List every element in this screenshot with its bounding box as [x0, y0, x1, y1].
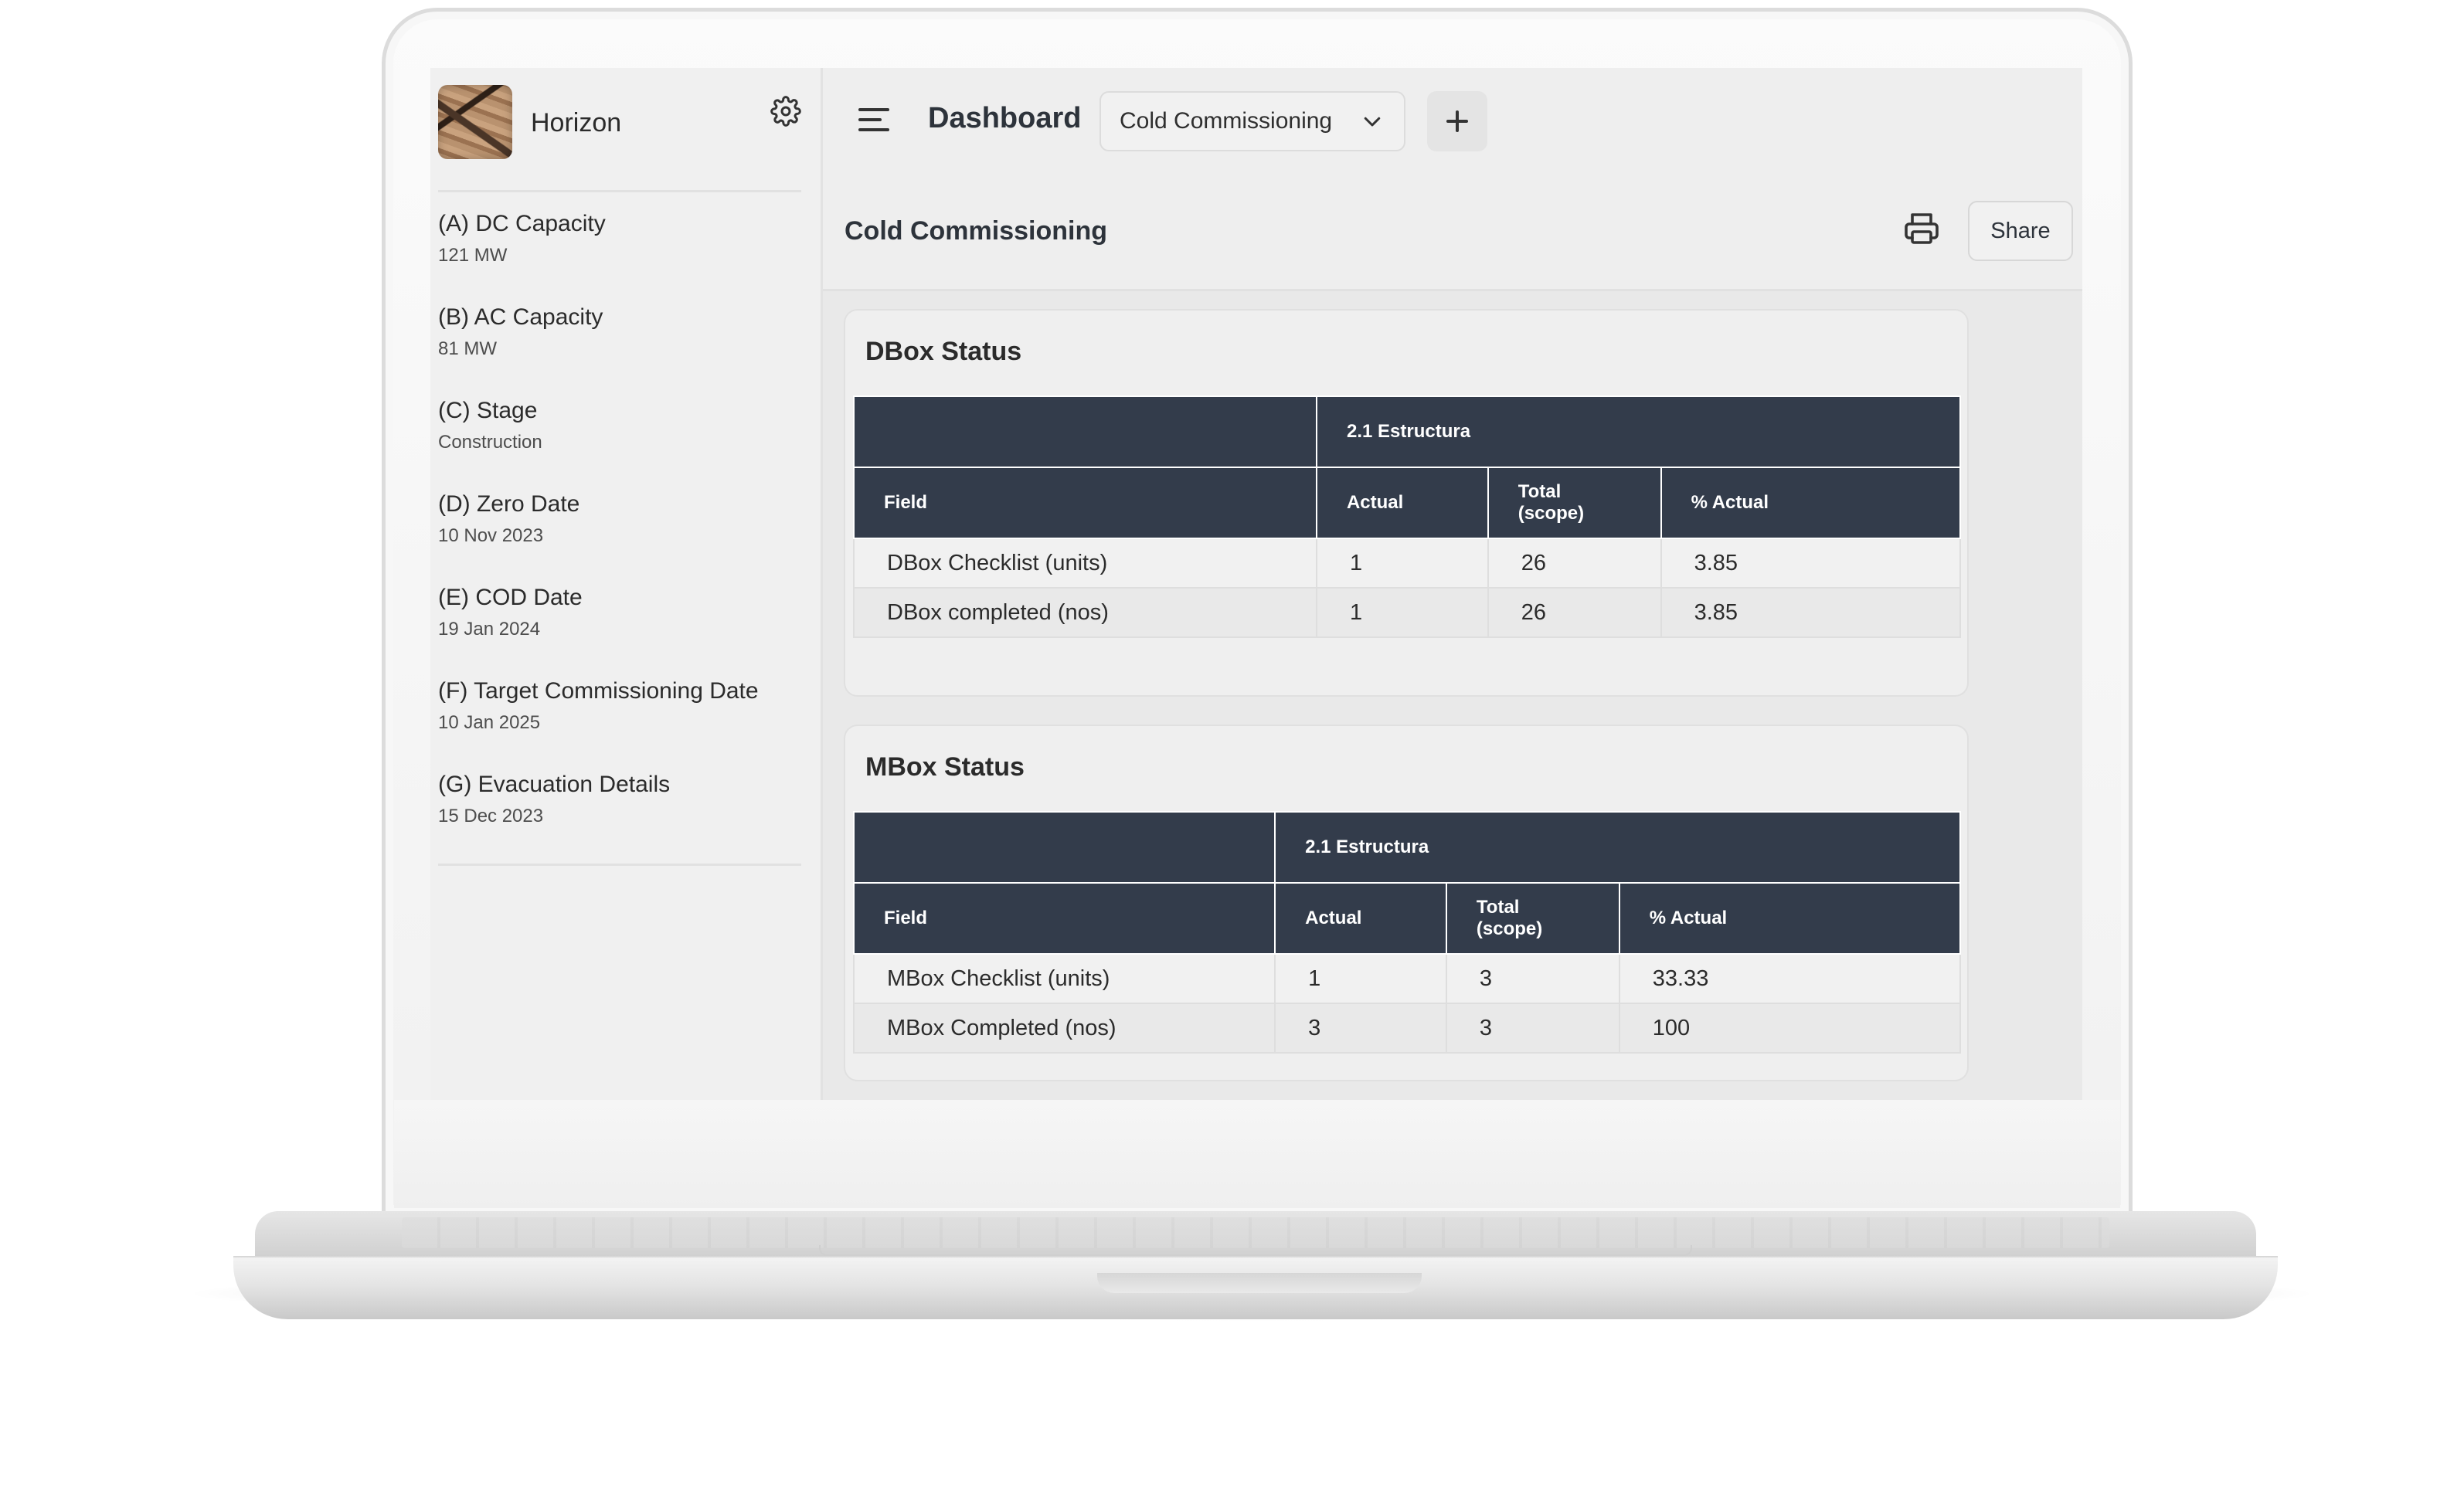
- table-cell: 3.85: [1660, 538, 1962, 589]
- info-value: 19 Jan 2024: [438, 619, 541, 640]
- info-label: (B) AC Capacity: [438, 304, 603, 330]
- table-cell: 26: [1487, 538, 1662, 589]
- table-cell: 3: [1274, 1003, 1447, 1054]
- info-item-evacuation-details: (G) Evacuation Details 15 Dec 2023: [438, 771, 809, 830]
- table-group-header-row: 2.1 Estructura: [852, 811, 1961, 884]
- info-item-cod-date: (E) COD Date 19 Jan 2024: [438, 584, 809, 643]
- dashboard-select[interactable]: Cold Commissioning: [1099, 91, 1405, 151]
- column-header: Total (scope): [1445, 882, 1620, 955]
- table-row: DBox completed (nos) 1 26 3.85: [853, 587, 1962, 638]
- info-label: (E) COD Date: [438, 585, 583, 610]
- column-header: % Actual: [1618, 882, 1962, 955]
- keyboard: [402, 1217, 2109, 1248]
- table-cell: DBox completed (nos): [853, 587, 1317, 638]
- dbox-status-card: DBox Status 2.1 Estructura Field Actual …: [844, 309, 1969, 697]
- column-header: Field: [853, 467, 1317, 539]
- table-header-row: Field Actual Total (scope) % Actual: [853, 467, 1962, 539]
- card-title: MBox Status: [865, 752, 1025, 782]
- section-title: Cold Commissioning: [845, 216, 1107, 246]
- info-value: 81 MW: [438, 338, 498, 359]
- table-header-row: Field Actual Total (scope) % Actual: [852, 882, 1962, 955]
- menu-icon[interactable]: [858, 108, 889, 136]
- column-header: Actual: [1315, 467, 1489, 539]
- table-cell: 1: [1315, 538, 1489, 589]
- table-cell: 3: [1445, 1003, 1620, 1054]
- table-group-header: 2.1 Estructura: [1274, 811, 1961, 884]
- brand: Horizon: [438, 85, 801, 159]
- table-cell: 100: [1618, 1003, 1962, 1054]
- gear-icon[interactable]: [770, 96, 801, 127]
- table-cell: 3.85: [1660, 587, 1962, 638]
- brand-logo: [438, 85, 512, 159]
- column-header: Field: [852, 882, 1276, 955]
- share-button[interactable]: Share: [1968, 201, 2073, 261]
- trackpad-edge: [819, 1245, 1692, 1256]
- add-dashboard-button[interactable]: [1427, 91, 1487, 151]
- info-value: 10 Nov 2023: [438, 525, 544, 546]
- column-header: % Actual: [1660, 467, 1962, 539]
- table-row: DBox Checklist (units) 1 26 3.85: [853, 538, 1962, 589]
- info-label: (G) Evacuation Details: [438, 772, 671, 797]
- info-label: (C) Stage: [438, 398, 538, 423]
- table-group-header-row: 2.1 Estructura: [853, 395, 1962, 468]
- info-label: (F) Target Commissioning Date: [438, 678, 759, 704]
- table-cell: MBox Completed (nos): [852, 1003, 1276, 1054]
- table-header-empty: [853, 395, 1317, 468]
- info-item-dc-capacity: (A) DC Capacity 121 MW: [438, 210, 809, 269]
- info-value: 15 Dec 2023: [438, 806, 544, 826]
- app-name: Horizon: [531, 108, 622, 137]
- thumb-notch: [1097, 1273, 1422, 1293]
- table-cell: DBox Checklist (units): [853, 538, 1317, 589]
- mbox-status-table: 2.1 Estructura Field Actual Total (scope…: [852, 811, 1962, 1054]
- printer-icon[interactable]: [1903, 210, 1940, 247]
- table-cell: 1: [1274, 953, 1447, 1004]
- table-row: MBox Completed (nos) 3 3 100: [852, 1003, 1962, 1054]
- info-label: (A) DC Capacity: [438, 211, 606, 236]
- table-row: MBox Checklist (units) 1 3 33.33: [852, 953, 1962, 1004]
- screen-bezel: [394, 1100, 2120, 1208]
- table-cell: 26: [1487, 587, 1662, 638]
- app-screen: Horizon (A) DC Capacity 121 MW (B) AC Ca…: [430, 68, 2082, 1100]
- chevron-down-icon: [1364, 117, 1381, 127]
- card-title: DBox Status: [865, 337, 1022, 366]
- info-value: Construction: [438, 432, 542, 453]
- table-header-empty: [852, 811, 1276, 884]
- info-item-target-commissioning-date: (F) Target Commissioning Date 10 Jan 202…: [438, 677, 809, 736]
- topbar: Dashboard Cold Commissioning: [823, 68, 2082, 199]
- table-cell: 1: [1315, 587, 1489, 638]
- table-cell: 3: [1445, 953, 1620, 1004]
- info-item-ac-capacity: (B) AC Capacity 81 MW: [438, 304, 809, 362]
- table-cell: 33.33: [1618, 953, 1962, 1004]
- sidebar: Horizon (A) DC Capacity 121 MW (B) AC Ca…: [430, 68, 823, 1100]
- info-item-stage: (C) Stage Construction: [438, 397, 809, 456]
- info-value: 10 Jan 2025: [438, 712, 541, 733]
- table-group-header: 2.1 Estructura: [1315, 395, 1962, 468]
- info-label: (D) Zero Date: [438, 491, 580, 517]
- dbox-status-table: 2.1 Estructura Field Actual Total (scope…: [853, 395, 1962, 638]
- column-header: Actual: [1274, 882, 1447, 955]
- info-value: 121 MW: [438, 245, 508, 266]
- sidebar-divider: [438, 864, 801, 866]
- page-title: Dashboard: [928, 102, 1082, 134]
- sidebar-divider: [438, 190, 801, 192]
- dashboard-select-value: Cold Commissioning: [1120, 108, 1333, 134]
- column-header: Total (scope): [1487, 467, 1662, 539]
- info-item-zero-date: (D) Zero Date 10 Nov 2023: [438, 490, 809, 549]
- mbox-status-card: MBox Status 2.1 Estructura Field Actual …: [844, 725, 1969, 1081]
- table-cell: MBox Checklist (units): [852, 953, 1276, 1004]
